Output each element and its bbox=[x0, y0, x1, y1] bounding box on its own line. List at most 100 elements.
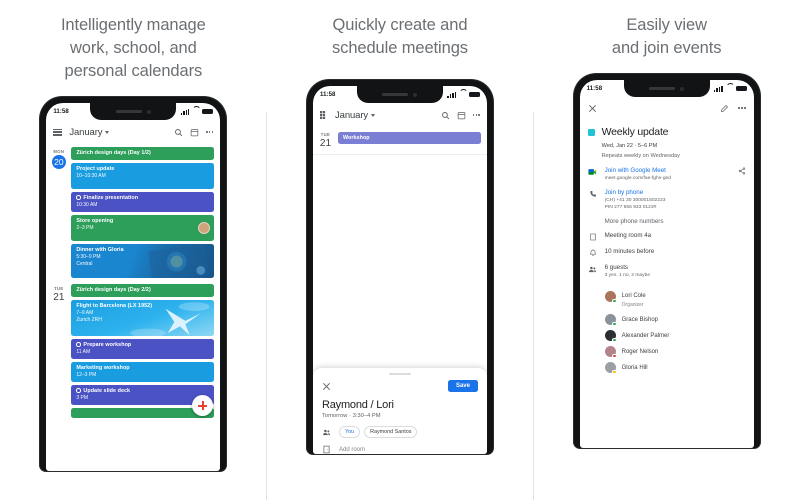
front-camera bbox=[413, 92, 418, 97]
phone-number: (CH) +41 30 300001502223 bbox=[604, 198, 666, 203]
speaker-grille bbox=[382, 93, 409, 96]
panel-1-headline: Intelligently manage work, school, and p… bbox=[51, 14, 216, 83]
room-label: Meeting room 4a bbox=[604, 232, 652, 239]
close-icon[interactable] bbox=[588, 104, 597, 113]
save-button[interactable]: Save bbox=[447, 380, 478, 393]
day-header: TUE 21 bbox=[46, 284, 71, 418]
event-chip[interactable]: Project update 10–10:30 AM bbox=[71, 163, 215, 189]
headline-line: work, school, and bbox=[69, 39, 197, 57]
event-chip[interactable]: Zürich design days (Day 2/2) bbox=[71, 284, 215, 298]
phone-mockup-1: 11:58 January MON 20 Zürich design days … bbox=[40, 97, 227, 471]
guest-name: Roger Nelson bbox=[621, 348, 659, 355]
event-time: 2–3 PM bbox=[76, 225, 94, 232]
join-phone-link[interactable]: Join by phone bbox=[605, 189, 666, 197]
plus-icon bbox=[198, 401, 208, 411]
headline-line: Quickly create and bbox=[332, 16, 468, 34]
rsvp-badge bbox=[612, 337, 617, 342]
guest-list-item[interactable]: Gloria Hill bbox=[604, 362, 746, 374]
guest-chip[interactable]: Raymond Santos bbox=[364, 426, 418, 438]
add-room-placeholder: Add room bbox=[338, 446, 365, 453]
event-detail-toolbar bbox=[580, 97, 754, 119]
event-chip[interactable]: Finalize presentation 10:30 AM bbox=[71, 192, 215, 213]
day-number: 21 bbox=[53, 292, 65, 304]
more-options-icon[interactable] bbox=[472, 114, 480, 116]
search-icon[interactable] bbox=[441, 111, 450, 120]
event-time: 10:30 AM bbox=[76, 202, 98, 209]
guest-list-item[interactable]: Lori Cole Organizer bbox=[604, 284, 746, 309]
guest-name: Lori Cole bbox=[621, 293, 646, 299]
battery-icon bbox=[468, 91, 480, 98]
phone-mockup-3: 11:58 Weekly update Wed, Jan 22 · 5–6 PM… bbox=[573, 74, 760, 448]
event-chip[interactable]: Flight to Barcelona (LX 1952) 7–9 AM Zur… bbox=[71, 300, 215, 337]
status-time: 11:58 bbox=[319, 91, 336, 98]
guests-row[interactable]: 6 guests 3 yes, 1 no, 2 maybe Lori Cole … bbox=[588, 264, 746, 374]
event-title: Prepare workshop bbox=[83, 342, 132, 349]
event-chip[interactable]: Store opening 2–3 PM bbox=[71, 215, 215, 242]
guest-list-item[interactable]: Roger Nelson bbox=[604, 346, 746, 358]
guest-role: Organizer bbox=[621, 302, 644, 308]
event-title: Flight to Barcelona (LX 1952) bbox=[76, 303, 153, 310]
task-check-icon bbox=[76, 342, 81, 347]
reminder-row[interactable]: 10 minutes before bbox=[588, 248, 746, 257]
month-selector[interactable]: January bbox=[69, 127, 110, 138]
event-title: Weekly update bbox=[601, 126, 669, 138]
month-label: January bbox=[334, 109, 369, 121]
guest-chip-you[interactable]: You bbox=[338, 426, 361, 438]
event-time: 3 PM bbox=[76, 395, 88, 402]
guest-list-item[interactable]: Grace Bishop bbox=[604, 314, 746, 326]
event-datetime[interactable]: Tomorrow · 3:30–4 PM bbox=[322, 413, 478, 419]
reminder-label: 10 minutes before bbox=[604, 248, 655, 255]
phone-notch bbox=[356, 86, 443, 103]
schedule-list[interactable]: MON 20 Zürich design days (Day 1/2) Proj… bbox=[46, 144, 221, 422]
bell-icon bbox=[588, 248, 598, 257]
all-day-event-chip[interactable]: Workshop bbox=[337, 132, 481, 144]
room-row[interactable]: Meeting room 4a bbox=[588, 232, 746, 241]
chevron-down-icon bbox=[371, 113, 376, 117]
rsvp-badge bbox=[612, 369, 617, 374]
event-time: 5:30–9 PM bbox=[76, 254, 101, 261]
new-event-bottom-sheet: Save Raymond / Lori Tomorrow · 3:30–4 PM… bbox=[312, 368, 487, 454]
guest-name: Alexander Palmer bbox=[621, 332, 670, 339]
event-recurrence: Repeats weekly on Wednesday bbox=[601, 153, 680, 159]
share-icon[interactable] bbox=[738, 167, 746, 175]
calendar-today-icon[interactable] bbox=[190, 128, 199, 137]
more-options-icon[interactable] bbox=[738, 107, 746, 109]
speaker-grille bbox=[649, 87, 676, 90]
day-of-week: MON bbox=[53, 149, 65, 154]
calendar-today-icon[interactable] bbox=[457, 111, 466, 120]
event-title: Zürich design days (Day 2/2) bbox=[76, 287, 151, 294]
cellular-signal-icon bbox=[180, 108, 190, 115]
front-camera bbox=[680, 86, 685, 91]
event-chip[interactable]: Dinner with Gloria 5:30–9 PM Central bbox=[71, 244, 215, 279]
join-phone-row[interactable]: Join by phone (CH) +41 30 300001502223 P… bbox=[588, 189, 746, 211]
guest-list-item[interactable]: Alexander Palmer bbox=[604, 330, 746, 342]
event-title: Store opening bbox=[76, 218, 114, 225]
month-selector[interactable]: January bbox=[334, 109, 376, 121]
headline-line: and join events bbox=[611, 39, 722, 57]
headline-line: Easily view bbox=[626, 16, 707, 34]
phone-3-screen: 11:58 Weekly update Wed, Jan 22 · 5–6 PM… bbox=[579, 80, 754, 448]
pencil-edit-icon[interactable] bbox=[720, 104, 729, 113]
search-icon[interactable] bbox=[174, 128, 183, 137]
guests-icon bbox=[322, 428, 332, 437]
event-chip[interactable]: Zürich design days (Day 1/2) bbox=[71, 147, 215, 160]
more-numbers-row[interactable]: More phone numbers bbox=[588, 218, 746, 225]
front-camera bbox=[146, 109, 151, 114]
promo-panel-2: Quickly create and schedule meetings 11:… bbox=[267, 0, 534, 500]
more-options-icon[interactable] bbox=[206, 131, 214, 133]
close-icon[interactable] bbox=[322, 382, 331, 391]
headline-line: schedule meetings bbox=[332, 39, 468, 57]
join-meet-link[interactable]: Join with Google Meet bbox=[605, 167, 731, 175]
sheet-grabber[interactable] bbox=[388, 373, 411, 376]
event-chip[interactable]: Prepare workshop 11 AM bbox=[71, 339, 215, 360]
hamburger-menu-icon[interactable] bbox=[53, 128, 63, 136]
event-title-input[interactable]: Raymond / Lori bbox=[322, 399, 478, 411]
event-title: Marketing workshop bbox=[76, 365, 130, 372]
join-meet-row[interactable]: Join with Google Meet meet.google.com/fa… bbox=[588, 167, 746, 182]
app-bar-2: January bbox=[312, 103, 487, 127]
event-title: Dinner with Gloria bbox=[76, 247, 124, 254]
room-row[interactable]: Add room bbox=[322, 445, 478, 454]
day-number: 20 bbox=[51, 155, 66, 169]
event-chip[interactable]: Marketing workshop 12–3 PM bbox=[71, 362, 215, 383]
grid-view-icon[interactable] bbox=[319, 111, 328, 119]
